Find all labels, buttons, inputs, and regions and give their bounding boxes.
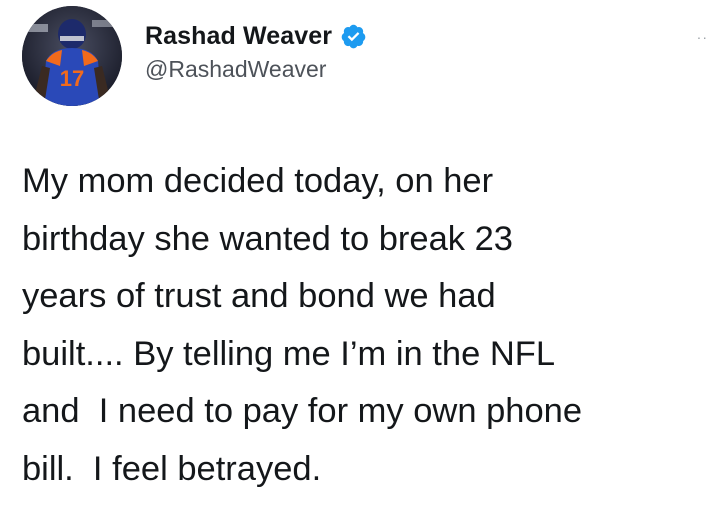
author-handle[interactable]: @RashadWeaver xyxy=(145,56,326,83)
display-name[interactable]: Rashad Weaver xyxy=(145,22,332,51)
tweet-line: birthday she wanted to break 23 xyxy=(22,219,513,258)
avatar-photo-icon: 17 xyxy=(22,6,122,106)
tweet-line: and I need to pay for my own phone xyxy=(22,392,583,431)
tweet-line: bill. I feel betrayed. xyxy=(22,449,322,488)
svg-text:17: 17 xyxy=(60,66,84,91)
tweet-text: My mom decided today, on her birthday sh… xyxy=(22,153,706,499)
tweet-line: built.... By telling me I’m in the NFL xyxy=(22,334,556,373)
more-dots-icon[interactable]: ·· xyxy=(697,30,708,44)
tweet-line: My mom decided today, on her xyxy=(22,162,494,200)
tweet-line: years of trust and bond we had xyxy=(22,277,496,316)
tweet-card: 17 Rashad Weaver @RashadWeaver ·· My mom… xyxy=(0,0,716,506)
avatar[interactable]: 17 xyxy=(22,6,122,106)
verified-badge-icon xyxy=(340,23,367,50)
author-name-row[interactable]: Rashad Weaver xyxy=(145,18,367,54)
